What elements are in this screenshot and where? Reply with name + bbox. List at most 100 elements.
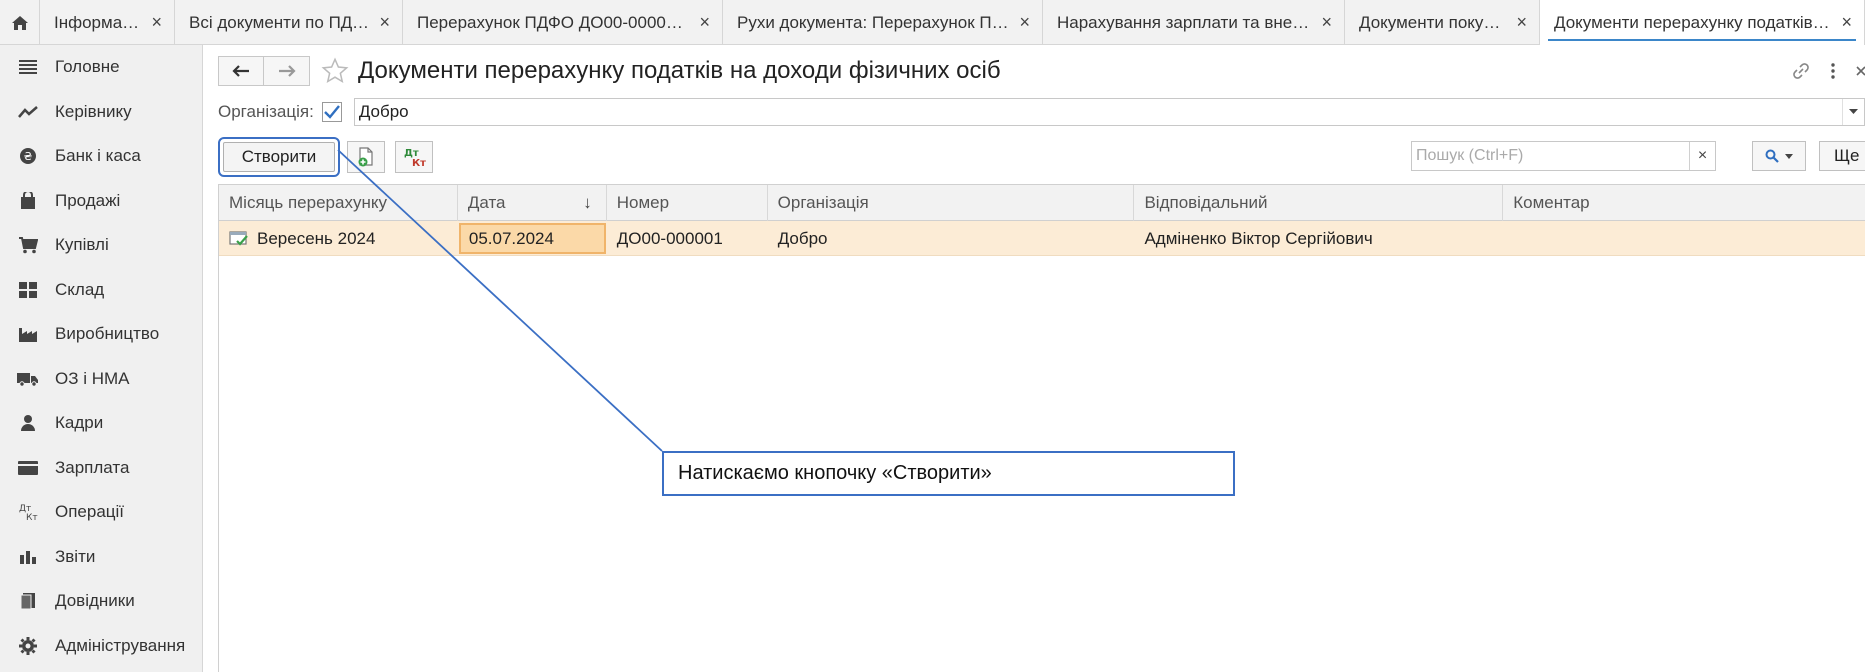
close-icon[interactable]: × — [1516, 12, 1527, 33]
tab-customer-docs[interactable]: Документи покупців × — [1345, 0, 1540, 45]
sidebar-item-operations[interactable]: Дт Кт Операції — [0, 490, 202, 535]
create-button[interactable]: Створити — [223, 142, 335, 172]
posted-document-icon — [229, 230, 248, 246]
page-title: Документи перерахунку податків на доходи… — [358, 57, 1001, 84]
close-icon[interactable]: × — [151, 12, 162, 33]
tab-doc-movements[interactable]: Рухи документа: Перерахунок ПДФО ДО00-00… — [723, 0, 1043, 45]
bar-chart-icon — [16, 547, 40, 567]
column-header-date[interactable]: Дата ↓ — [458, 185, 607, 221]
checkmark-icon — [323, 105, 340, 119]
cell-text: Вересень 2024 — [257, 228, 376, 248]
cell-number: ДО00-000001 — [616, 228, 723, 248]
more-vertical-icon[interactable] — [1817, 57, 1849, 85]
clear-search-icon[interactable]: × — [1689, 142, 1715, 170]
bag-icon — [16, 191, 40, 211]
close-icon[interactable]: × — [379, 12, 390, 33]
factory-icon — [16, 324, 40, 344]
tab-info[interactable]: Інформація × — [40, 0, 175, 45]
sidebar-item-label: Купівлі — [55, 235, 109, 255]
close-icon[interactable]: × — [1019, 12, 1030, 33]
wallet-icon — [16, 458, 40, 478]
more-label: Ще — [1834, 146, 1860, 165]
sidebar-item-label: Банк і каса — [55, 146, 141, 166]
column-header-month[interactable]: Місяць перерахунку — [219, 185, 458, 221]
sidebar-item-reports[interactable]: Звіти — [0, 535, 202, 580]
tab-label: Інформація — [54, 12, 142, 32]
sidebar-item-bank[interactable]: ₴ Банк і каса — [0, 134, 202, 179]
close-icon[interactable]: × — [1321, 12, 1332, 33]
cell-responsible: Адміненко Віктор Сергійович — [1144, 228, 1373, 248]
main-panel: Документи перерахунку податків на доходи… — [204, 45, 1865, 672]
tab-tax-recalc-docs[interactable]: Документи перерахунку податків на доходи… — [1540, 0, 1865, 45]
table-row[interactable]: Вересень 2024 05.07.2024 ДО00-000001 Доб… — [219, 221, 1865, 256]
organization-filter: Організація: Добро — [218, 97, 1865, 127]
create-button-highlight: Створити — [218, 137, 340, 177]
truck-icon — [16, 369, 40, 389]
favorite-star-icon[interactable] — [320, 56, 350, 86]
tab-pdfo-recalc[interactable]: Перерахунок ПДФО ДО00-000001 від 05.07.2… — [403, 0, 723, 45]
sidebar-item-main[interactable]: Головне — [0, 45, 202, 90]
link-icon[interactable] — [1785, 57, 1817, 85]
sidebar-item-manager[interactable]: Керівнику — [0, 90, 202, 135]
column-header-responsible[interactable]: Відповідальний — [1134, 185, 1504, 221]
sidebar-item-sales[interactable]: Продажі — [0, 179, 202, 224]
sidebar-item-purchases[interactable]: Купівлі — [0, 223, 202, 268]
organization-label: Організація: — [218, 102, 314, 121]
gear-icon — [16, 636, 40, 656]
cell-month: Вересень 2024 — [219, 221, 458, 256]
sidebar-item-directories[interactable]: Довідники — [0, 579, 202, 624]
sort-arrow-icon: ↓ — [583, 193, 592, 212]
tab-all-pdfo-docs[interactable]: Всі документи по ПДФО × — [175, 0, 403, 45]
sidebar-item-hr[interactable]: Кадри — [0, 401, 202, 446]
home-tab[interactable] — [0, 0, 40, 45]
organization-field[interactable]: Добро — [353, 98, 1865, 126]
sidebar-item-label: Кадри — [55, 413, 104, 433]
sidebar-item-label: Зарплата — [55, 457, 130, 477]
back-button[interactable] — [218, 56, 264, 86]
search-icon — [1765, 149, 1779, 163]
command-bar: Створити Дт Кт × Ще — [218, 137, 1865, 177]
organization-checkbox[interactable] — [321, 102, 342, 122]
sidebar-item-label: Виробництво — [55, 324, 160, 344]
svg-text:Кт: Кт — [26, 513, 38, 522]
sidebar: Головне Керівнику ₴ Банк і каса Продажі … — [0, 45, 203, 672]
tab-payroll[interactable]: Нарахування зарплати та внесків × — [1043, 0, 1345, 45]
documents-table: Місяць перерахунку Дата ↓ Номер Організа… — [218, 184, 1865, 672]
person-icon — [16, 413, 40, 433]
cell-organization: Добро — [777, 228, 828, 248]
dt-kt-button[interactable]: Дт Кт — [395, 141, 433, 173]
close-icon[interactable]: × — [699, 12, 710, 33]
more-button[interactable]: Ще — [1819, 141, 1865, 171]
title-row: Документи перерахунку податків на доходи… — [218, 55, 1001, 87]
search-input[interactable] — [1412, 143, 1689, 169]
sidebar-item-fixed-assets[interactable]: ОЗ і НМА — [0, 357, 202, 402]
cart-icon — [16, 235, 40, 255]
home-icon — [11, 15, 28, 30]
column-header-organization[interactable]: Організація — [768, 185, 1135, 221]
chevron-down-icon[interactable] — [1842, 99, 1864, 125]
tab-label: Нарахування зарплати та внесків — [1057, 12, 1312, 32]
column-header-number[interactable]: Номер — [607, 185, 768, 221]
arrow-left-icon — [232, 65, 249, 77]
svg-text:Кт: Кт — [412, 158, 426, 168]
sidebar-item-production[interactable]: Виробництво — [0, 312, 202, 357]
sidebar-item-label: Склад — [55, 279, 105, 299]
copy-document-button[interactable] — [347, 141, 385, 173]
organization-value: Добро — [358, 102, 409, 121]
sidebar-item-label: Керівнику — [55, 101, 132, 121]
cell-date[interactable]: 05.07.2024 — [458, 223, 606, 254]
close-icon[interactable]: × — [1841, 12, 1852, 33]
tab-label: Перерахунок ПДФО ДО00-000001 від 05.07.2… — [417, 12, 689, 32]
forward-button[interactable] — [264, 56, 310, 86]
close-icon[interactable] — [1849, 57, 1865, 85]
arrow-right-icon — [278, 65, 296, 77]
sidebar-item-label: Продажі — [55, 190, 121, 210]
column-header-comment[interactable]: Коментар — [1503, 185, 1865, 221]
sidebar-item-warehouse[interactable]: Склад — [0, 268, 202, 313]
search-button[interactable] — [1752, 141, 1806, 171]
sidebar-item-label: ОЗ і НМА — [55, 368, 130, 388]
sidebar-item-salary[interactable]: Зарплата — [0, 446, 202, 491]
sidebar-item-label: Операції — [55, 502, 125, 522]
sidebar-item-admin[interactable]: Адміністрування — [0, 624, 202, 669]
cell-comment — [1503, 221, 1865, 256]
